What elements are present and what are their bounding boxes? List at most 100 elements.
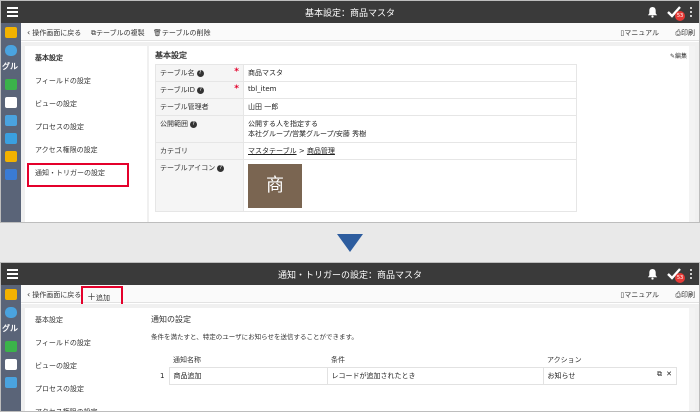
highlight-box xyxy=(27,163,129,187)
top-screen: 基本設定：商品マスタ 53 グル ‹ 操作画面に戻る ⧉テーブルの複製 🗑テーブル… xyxy=(0,0,700,223)
forward-arrow-icon[interactable] xyxy=(5,341,17,352)
print-button[interactable]: ⎙印刷 xyxy=(675,290,695,300)
column-spacer xyxy=(151,353,169,368)
help-icon[interactable]: ? xyxy=(217,164,225,172)
app-side-rail: グル xyxy=(1,285,21,411)
more-options-icon[interactable] xyxy=(690,7,693,17)
copy-icon[interactable]: ⧉ xyxy=(657,370,662,379)
settings-sidenav: 基本設定 フィールドの設定 ビューの設定 プロセスの設定 アクセス権限の設定 通… xyxy=(25,46,147,222)
list-icon[interactable] xyxy=(5,115,17,126)
workflow-icon[interactable] xyxy=(5,169,17,180)
folder-icon[interactable] xyxy=(5,151,17,162)
table-settings-grid: テーブル名? * 商品マスタ テーブルID? * tbl_item テーブル管理者 … xyxy=(155,64,577,212)
table-row[interactable]: 1 商品追加 レコードが追加されたとき お知らせ ⧉ ✕ xyxy=(151,367,677,385)
sidebar-item-fields[interactable]: フィールドの設定 xyxy=(25,331,147,354)
chat-icon[interactable] xyxy=(5,133,17,144)
field-label: テーブル管理者 xyxy=(155,98,244,116)
field-label: カテゴリ xyxy=(155,142,244,160)
notification-table: 通知名称 条件 アクション 1 商品追加 レコードが追加されたとき お知らせ ⧉… xyxy=(151,353,677,385)
sidebar-item-basic[interactable]: 基本設定 xyxy=(25,308,147,331)
category-link[interactable]: マスタテーブル xyxy=(248,147,297,155)
notification-badge: 53 xyxy=(675,11,685,21)
field-value: tbl_item xyxy=(243,81,577,99)
back-to-operations-button[interactable]: ‹ 操作画面に戻る xyxy=(27,290,81,300)
bell-icon[interactable] xyxy=(647,6,658,18)
edit-button[interactable]: ✎編集 xyxy=(670,51,687,60)
app-side-rail: グル xyxy=(1,23,21,222)
forward-arrow-icon[interactable] xyxy=(5,79,17,90)
calendar-icon[interactable] xyxy=(5,97,17,108)
basic-settings-panel: 基本設定 ✎編集 テーブル名? * 商品マスタ テーブルID? * tbl_item… xyxy=(149,46,695,222)
section-description: 条件を満たすと、特定のユーザにお知らせを送信することができます。 xyxy=(151,333,358,341)
sidebar-item-views[interactable]: ビューの設定 xyxy=(25,354,147,377)
bottom-screen: 通知・トリガーの設定：商品マスタ 53 グル ‹ 操作画面に戻る ＋追加 ▯マニュ… xyxy=(0,262,700,412)
manual-button[interactable]: ▯マニュアル xyxy=(620,28,659,38)
task-check-icon[interactable]: 53 xyxy=(666,267,685,283)
help-icon[interactable]: ? xyxy=(196,69,204,77)
print-button[interactable]: ⎙印刷 xyxy=(675,28,695,38)
field-label: 公開範囲? xyxy=(155,115,244,143)
group-rail-label[interactable]: グル xyxy=(2,323,18,334)
section-title: 基本設定 xyxy=(155,51,187,60)
transition-strip xyxy=(0,223,700,262)
title-bar: 基本設定：商品マスタ 53 xyxy=(1,1,699,23)
close-icon[interactable]: ✕ xyxy=(666,370,672,378)
home-icon[interactable] xyxy=(5,27,17,38)
list-icon[interactable] xyxy=(5,377,17,388)
notification-name-cell[interactable]: 商品追加 xyxy=(168,367,328,385)
subcategory-link[interactable]: 商品管理 xyxy=(307,147,335,155)
down-arrow-icon xyxy=(337,234,363,252)
required-mark: * xyxy=(234,67,239,77)
column-header: アクション xyxy=(547,356,582,364)
field-label: テーブル名? * xyxy=(155,64,244,82)
chevron-left-icon: ‹ xyxy=(27,28,31,37)
notification-badge: 53 xyxy=(675,273,685,283)
sidebar-item-process[interactable]: プロセスの設定 xyxy=(25,377,147,400)
action-toolbar: ‹ 操作画面に戻る ⧉テーブルの複製 🗑テーブルの削除 ▯マニュアル ⎙印刷 xyxy=(21,23,699,41)
more-options-icon[interactable] xyxy=(690,269,693,279)
row-index: 1 xyxy=(160,372,165,380)
field-value: マスタテーブル > 商品管理 xyxy=(243,142,577,160)
sidebar-item-access[interactable]: アクセス権限の設定 xyxy=(25,138,147,161)
column-header: 条件 xyxy=(331,356,345,364)
sidebar-item-basic[interactable]: 基本設定 xyxy=(25,46,147,69)
task-check-icon[interactable]: 53 xyxy=(666,5,685,21)
scrollbar[interactable] xyxy=(689,308,695,411)
condition-cell: レコードが追加されたとき xyxy=(326,367,544,385)
scrollbar[interactable] xyxy=(689,46,695,222)
required-mark: * xyxy=(234,84,239,94)
help-icon[interactable]: ? xyxy=(197,86,205,94)
group-rail-label[interactable]: グル xyxy=(2,61,18,72)
bell-icon[interactable] xyxy=(647,268,658,280)
table-icon: 商 xyxy=(248,164,302,208)
settings-sidenav: 基本設定 フィールドの設定 ビューの設定 プロセスの設定 アクセス権限の設定 xyxy=(25,308,147,411)
sidebar-item-access[interactable]: アクセス権限の設定 xyxy=(25,400,147,411)
copy-table-button[interactable]: ⧉テーブルの複製 xyxy=(91,28,145,38)
database-icon[interactable] xyxy=(5,307,17,318)
database-icon[interactable] xyxy=(5,45,17,56)
home-icon[interactable] xyxy=(5,289,17,300)
field-value: 山田 一郎 xyxy=(243,98,577,116)
column-header: 通知名称 xyxy=(173,356,201,364)
delete-table-button[interactable]: 🗑テーブルの削除 xyxy=(153,28,210,38)
title-bar: 通知・トリガーの設定：商品マスタ 53 xyxy=(1,263,699,285)
action-cell: お知らせ ⧉ ✕ xyxy=(542,367,677,385)
field-label: テーブルアイコン? xyxy=(155,159,244,212)
sidebar-item-process[interactable]: プロセスの設定 xyxy=(25,115,147,138)
field-value: 公開する人を指定する 本社グループ/営業グループ/安藤 秀樹 xyxy=(243,115,577,143)
field-value: 商品マスタ xyxy=(243,64,577,82)
page-title: 基本設定：商品マスタ xyxy=(304,9,395,19)
sidebar-item-fields[interactable]: フィールドの設定 xyxy=(25,69,147,92)
section-title: 通知の設定 xyxy=(151,315,191,324)
trash-icon: 🗑 xyxy=(153,29,162,37)
back-to-operations-button[interactable]: ‹ 操作画面に戻る xyxy=(27,28,81,38)
chevron-left-icon: ‹ xyxy=(27,290,31,299)
page-title: 通知・トリガーの設定：商品マスタ xyxy=(277,271,422,281)
sidebar-item-views[interactable]: ビューの設定 xyxy=(25,92,147,115)
help-icon[interactable]: ? xyxy=(190,120,197,128)
notification-settings-panel: 通知の設定 条件を満たすと、特定のユーザにお知らせを送信することができます。 通… xyxy=(145,308,695,411)
settings-content: 基本設定 フィールドの設定 ビューの設定 プロセスの設定 アクセス権限の設定 通… xyxy=(21,304,699,411)
manual-button[interactable]: ▯マニュアル xyxy=(620,290,659,300)
settings-content: 基本設定 フィールドの設定 ビューの設定 プロセスの設定 アクセス権限の設定 通… xyxy=(21,42,699,222)
calendar-icon[interactable] xyxy=(5,359,17,370)
